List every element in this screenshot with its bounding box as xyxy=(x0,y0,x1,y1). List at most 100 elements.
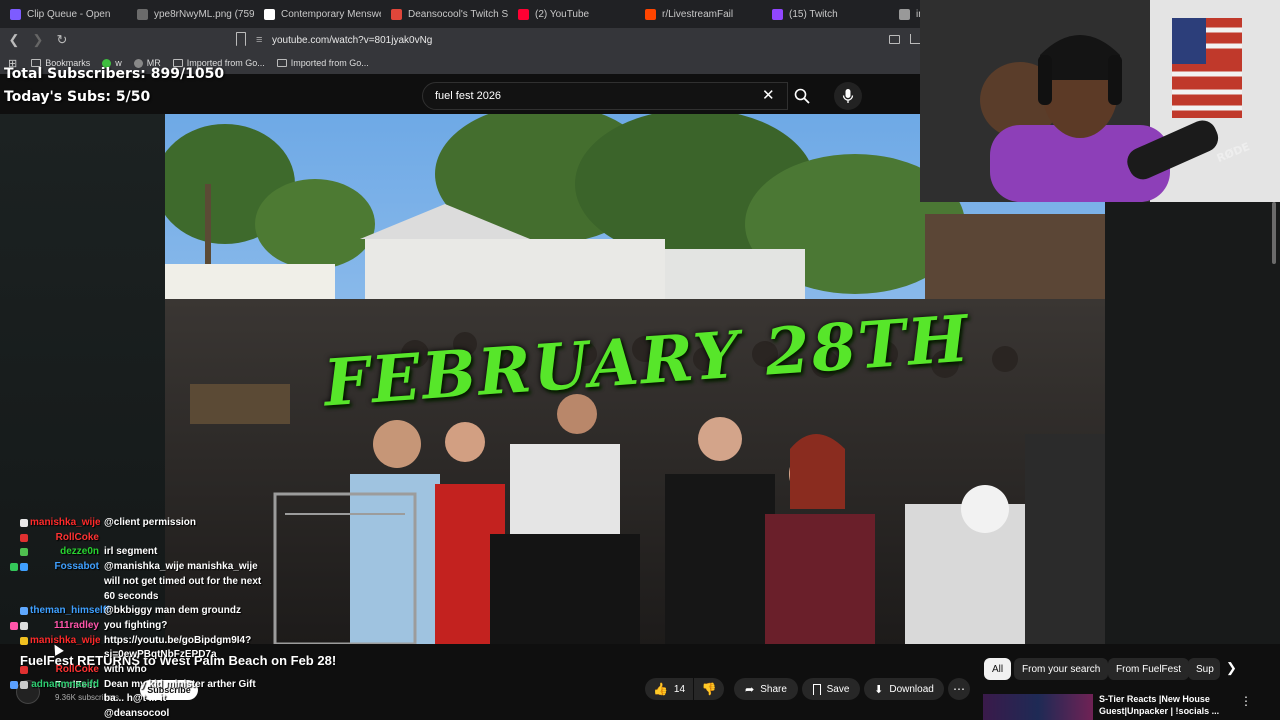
chat-badge-icon xyxy=(10,621,18,630)
browser-tab[interactable]: Contemporary Menswear xyxy=(254,0,381,28)
chat-username[interactable]: RollCoke xyxy=(30,663,104,678)
chat-username[interactable]: 111radley xyxy=(30,619,104,634)
save-label: Save xyxy=(826,683,850,695)
chat-badges xyxy=(0,678,30,707)
search-input[interactable]: fuel fest 2026 xyxy=(422,82,788,110)
clear-search-icon[interactable]: ✕ xyxy=(762,86,775,104)
more-actions-button[interactable]: ⋯ xyxy=(948,678,970,700)
thumbs-down-icon: 👎 xyxy=(701,682,717,696)
tab-favicon-icon xyxy=(264,8,275,20)
site-info-icon[interactable]: ≡ xyxy=(256,34,272,46)
tab-favicon-icon xyxy=(899,8,910,20)
search-button[interactable] xyxy=(788,82,816,110)
chat-badge-icon xyxy=(20,548,28,557)
dislike-button[interactable]: 👎 xyxy=(694,678,724,700)
download-icon: ⬇ xyxy=(874,683,884,696)
chat-username[interactable] xyxy=(30,707,104,720)
chat-text: @deansocool xyxy=(104,708,170,720)
chat-username[interactable]: dezze0n xyxy=(30,545,104,560)
recommended-thumbnail[interactable] xyxy=(983,694,1093,720)
chat-username[interactable]: theman_himselff xyxy=(30,604,109,619)
share-button[interactable]: ➦ Share xyxy=(734,678,798,700)
search-query: fuel fest 2026 xyxy=(435,90,502,102)
bookmark-label: Imported from Go... xyxy=(290,58,369,68)
bookmark-item[interactable]: Imported from Go... xyxy=(276,58,369,68)
chat-badge-icon xyxy=(20,621,28,630)
chat-badges xyxy=(0,619,30,634)
download-label: Download xyxy=(889,683,934,695)
browser-tab[interactable]: r/LivestreamFail xyxy=(635,0,762,28)
chat-badge-icon xyxy=(20,533,28,542)
chat-username[interactable]: Fossabot xyxy=(30,560,104,604)
forward-icon[interactable]: ❯ xyxy=(28,30,48,50)
streamer-webcam: RØDE xyxy=(920,0,1280,202)
address-bar[interactable]: ≡ youtube.com/watch?v=801jyak0vNg xyxy=(256,30,896,50)
chat-badge-icon xyxy=(20,519,28,527)
chat-badges xyxy=(0,545,30,560)
download-button[interactable]: ⬇ Download xyxy=(864,678,944,700)
browser-tab[interactable]: (2) YouTube xyxy=(508,0,635,28)
chat-badges xyxy=(0,634,30,663)
chat-badge-icon xyxy=(10,563,18,572)
today-subs-counter: Today's Subs: 5/50 xyxy=(4,89,151,105)
chat-text: @bkbiggy man dem groundz xyxy=(104,605,241,617)
browser-tab[interactable]: Deansocool's Twitch Stati xyxy=(381,0,508,28)
share-page-icon[interactable] xyxy=(910,34,920,44)
voice-search-button[interactable] xyxy=(834,82,862,110)
chat-username[interactable]: manishka_wije xyxy=(30,516,104,531)
chip-from-your-search[interactable]: From your search xyxy=(1014,658,1109,680)
chat-text xyxy=(104,531,274,546)
chat-message: RollCoke with who xyxy=(0,663,290,678)
tab-favicon-icon xyxy=(10,8,21,20)
chat-username[interactable]: RollCoke xyxy=(30,531,104,546)
tab-favicon-icon xyxy=(772,8,783,20)
browser-tab[interactable]: Clip Queue - Open xyxy=(0,0,127,28)
url-text: youtube.com/watch?v=801jyak0vNg xyxy=(272,34,433,46)
stream-chat: manishka_wije @client permission RollCoke d… xyxy=(0,516,290,720)
reload-icon[interactable]: ↻ xyxy=(52,30,72,50)
chat-message: RollCoke xyxy=(0,531,290,546)
chat-message: @deansocool xyxy=(0,707,290,720)
chat-badge-icon xyxy=(10,680,18,689)
recommended-title[interactable]: S-Tier Reacts |New House Guest|Unpacker … xyxy=(1099,693,1229,717)
tab-label: (15) Twitch xyxy=(789,8,838,20)
microphone-icon xyxy=(842,89,854,103)
screen: Clip Queue - Open ype8rNwyML.png (759×1 Co… xyxy=(0,0,1280,720)
bookmark-star-icon[interactable] xyxy=(236,32,246,46)
tab-label: ype8rNwyML.png (759×1 xyxy=(154,8,254,20)
tab-label: Clip Queue - Open xyxy=(27,8,111,20)
save-button[interactable]: Save xyxy=(802,678,860,700)
bookmark-icon xyxy=(812,683,821,695)
chip-sup[interactable]: Sup xyxy=(1188,658,1220,680)
recommended-menu-icon[interactable]: ⋮ xyxy=(1240,694,1252,708)
chat-username[interactable]: adnanmnasifd xyxy=(30,678,104,707)
chat-message: 111radley you fighting? xyxy=(0,619,290,634)
chat-text: irl segment xyxy=(104,546,158,558)
chat-text: @manishka_wije manishka_wije will not ge… xyxy=(104,561,262,602)
chip-all[interactable]: All xyxy=(984,658,1012,680)
tab-favicon-icon xyxy=(391,8,402,20)
tab-label: Deansocool's Twitch Stati xyxy=(408,8,508,20)
tab-favicon-icon xyxy=(137,8,148,20)
tab-label: (2) YouTube xyxy=(535,8,590,20)
share-arrow-icon: ➦ xyxy=(745,683,755,696)
scrollbar[interactable] xyxy=(1272,202,1276,264)
screen-cast-icon[interactable] xyxy=(889,35,900,44)
tab-favicon-icon xyxy=(518,8,529,20)
chip-from-channel[interactable]: From FuelFest xyxy=(1108,658,1190,680)
back-icon[interactable]: ❮ xyxy=(4,30,24,50)
chat-badges xyxy=(0,663,30,678)
total-subscribers-counter: Total Subscribers: 899/1050 xyxy=(4,66,225,82)
search-icon xyxy=(794,88,810,104)
browser-tab[interactable]: ype8rNwyML.png (759×1 xyxy=(127,0,254,28)
chip-scroll-right-icon[interactable]: ❯ xyxy=(1226,660,1237,676)
like-count: 14 xyxy=(673,683,686,695)
chat-badges xyxy=(0,560,30,604)
chat-badge-icon xyxy=(20,636,28,645)
like-button[interactable]: 👍 14 xyxy=(645,678,693,700)
chat-badge-icon xyxy=(20,666,28,675)
chat-message: manishka_wije @client permission xyxy=(0,516,290,531)
chat-username[interactable]: manishka_wije xyxy=(30,634,104,663)
chat-badges xyxy=(0,516,30,531)
browser-tab[interactable]: (15) Twitch xyxy=(762,0,889,28)
